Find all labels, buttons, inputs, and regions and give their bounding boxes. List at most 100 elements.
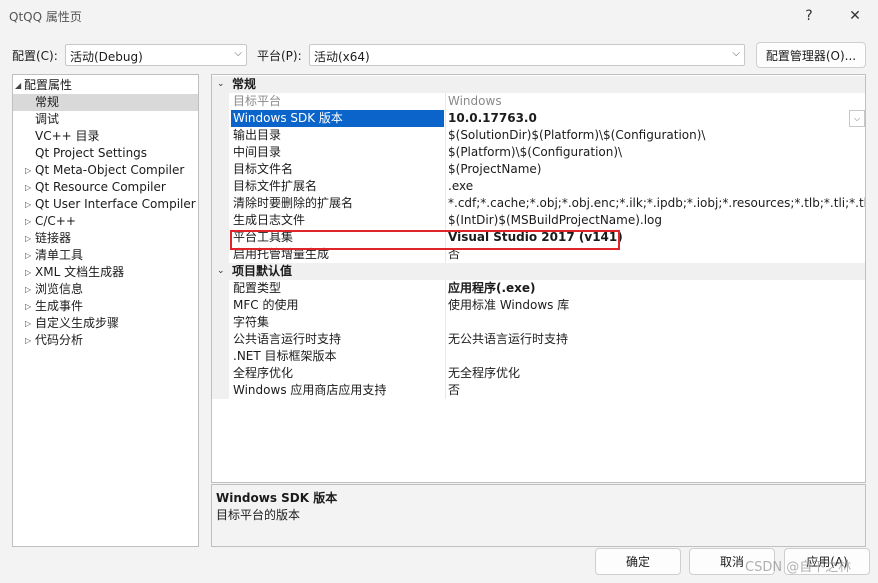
tree-item[interactable]: ▷ Qt Meta-Object Compiler [13,162,198,179]
property-row[interactable]: 中间目录 $(Platform)\$(Configuration)\ [212,144,865,161]
property-value[interactable]: $(SolutionDir)$(Platform)\$(Configuratio… [448,127,865,144]
row-gutter [212,93,229,110]
category-row[interactable]: ⌄ 项目默认值 [212,263,865,280]
property-row[interactable]: 配置类型 应用程序(.exe) [212,280,865,297]
collapsed-arrow-icon[interactable]: ▷ [25,264,31,281]
property-value[interactable]: 无公共语言运行时支持 [448,331,865,348]
property-row[interactable]: Windows SDK 版本 10.0.17763.0 ⌵ [212,110,865,127]
collapsed-arrow-icon[interactable]: ▷ [25,162,31,179]
property-row[interactable]: 公共语言运行时支持 无公共语言运行时支持 [212,331,865,348]
property-value[interactable]: 无全程序优化 [448,365,865,382]
config-select[interactable]: 活动(Debug) ⌵ [65,44,247,66]
tree-item-label: 链接器 [35,231,72,245]
property-grid[interactable]: Windows 应用商店应用支持否全程序优化 无全程序优化 .NET 目标框架版本公… [211,74,866,483]
tree-item[interactable]: ▷ 浏览信息 [13,281,198,298]
tree-item[interactable]: ▷ 代码分析 [13,332,198,349]
property-row[interactable]: MFC 的使用 使用标准 Windows 库 [212,297,865,314]
configuration-manager-button[interactable]: 配置管理器(O)... [756,42,866,68]
category-row[interactable]: ⌄ 常规 [212,76,865,93]
property-name: 输出目录 [233,128,282,142]
property-value[interactable]: 10.0.17763.0 [448,110,865,127]
property-row[interactable]: 目标文件扩展名 .exe [212,178,865,195]
collapsed-arrow-icon[interactable]: ▷ [25,281,31,298]
property-value[interactable]: 否 [448,246,865,263]
column-divider [445,93,446,110]
column-divider [445,365,446,382]
column-divider [445,178,446,195]
tree-item-label: Qt Meta-Object Compiler [35,163,185,177]
property-row[interactable]: 目标文件名 $(ProjectName) [212,161,865,178]
tree-item[interactable]: ▷ Qt User Interface Compiler [13,196,198,213]
tree-item-label: 浏览信息 [35,282,84,296]
property-row[interactable]: 生成日志文件 $(IntDir)$(MSBuildProjectName).log [212,212,865,229]
tree-item[interactable]: Qt Project Settings [13,145,198,162]
collapse-toggle-icon[interactable]: ⌄ [217,263,225,280]
property-row[interactable]: Windows 应用商店应用支持 否 [212,382,865,399]
collapsed-arrow-icon[interactable]: ▷ [25,332,31,349]
chevron-down-icon: ⌵ [732,48,740,59]
platform-label: 平台(P): [257,49,302,63]
tree-item-label: 自定义生成步骤 [35,316,120,330]
tree-item-label: 常规 [35,95,60,109]
row-gutter [212,246,229,263]
property-row[interactable]: 清除时要删除的扩展名 *.cdf;*.cache;*.obj;*.obj.enc;… [212,195,865,212]
property-value[interactable]: 应用程序(.exe) [448,280,865,297]
property-row[interactable]: 目标平台 Windows [212,93,865,110]
collapsed-arrow-icon[interactable]: ▷ [25,230,31,247]
value-dropdown-button[interactable]: ⌵ [849,110,865,127]
property-name: 中间目录 [233,145,282,159]
tree-item[interactable]: ▷ 自定义生成步骤 [13,315,198,332]
tree-item[interactable]: 调试 [13,111,198,128]
property-name: Windows SDK 版本 [231,110,444,127]
tree-item[interactable]: ◢ 配置属性 [13,77,198,94]
property-value[interactable]: Visual Studio 2017 (v141) [448,229,865,246]
tree-item[interactable]: 常规 [13,94,198,111]
property-row[interactable]: 输出目录 $(SolutionDir)$(Platform)\$(Configur… [212,127,865,144]
column-divider [445,314,446,331]
property-value[interactable]: *.cdf;*.cache;*.obj;*.obj.enc;*.ilk;*.ip… [448,195,865,212]
tree-item[interactable]: ▷ C/C++ [13,213,198,230]
category-tree[interactable]: ◢ 配置属性 常规 调试 VC++ 目录 Qt Project Settings ▷ Qt M… [12,74,199,547]
description-text: 目标平台的版本 [216,508,301,522]
tree-item[interactable]: ▷ 生成事件 [13,298,198,315]
tree-item[interactable]: VC++ 目录 [13,128,198,145]
property-row[interactable]: 全程序优化 无全程序优化 [212,365,865,382]
platform-select[interactable]: 活动(x64) ⌵ [309,44,745,66]
close-button[interactable]: ✕ [834,0,876,32]
property-value[interactable]: Windows [448,93,865,110]
tree-item[interactable]: ▷ 清单工具 [13,247,198,264]
tree-item-label: C/C++ [35,214,76,228]
property-name: Windows 应用商店应用支持 [233,383,387,397]
description-heading: Windows SDK 版本 [216,491,338,505]
property-value[interactable]: .exe [448,178,865,195]
description-pane: Windows SDK 版本 目标平台的版本 [211,484,866,547]
column-divider [445,246,446,263]
property-value[interactable]: $(Platform)\$(Configuration)\ [448,144,865,161]
tree-item-label: 清单工具 [35,248,84,262]
collapsed-arrow-icon[interactable]: ▷ [25,179,31,196]
collapse-toggle-icon[interactable]: ⌄ [217,76,225,93]
collapsed-arrow-icon[interactable]: ▷ [25,196,31,213]
collapsed-arrow-icon[interactable]: ▷ [25,315,31,332]
collapsed-arrow-icon[interactable]: ▷ [25,298,31,315]
tree-item[interactable]: ▷ 链接器 [13,230,198,247]
row-gutter [212,382,229,399]
tree-item[interactable]: ▷ Qt Resource Compiler [13,179,198,196]
property-value[interactable]: $(IntDir)$(MSBuildProjectName).log [448,212,865,229]
property-row[interactable]: 平台工具集 Visual Studio 2017 (v141) [212,229,865,246]
property-value[interactable]: 使用标准 Windows 库 [448,297,865,314]
column-divider [445,382,446,399]
tree-item[interactable]: ▷ XML 文档生成器 [13,264,198,281]
row-gutter [212,110,229,127]
ok-button[interactable]: 确定 [595,548,681,575]
property-value[interactable]: 否 [448,382,865,399]
collapsed-arrow-icon[interactable]: ▷ [25,247,31,264]
property-row[interactable]: 启用托管增量生成 否 [212,246,865,263]
collapsed-arrow-icon[interactable]: ▷ [25,213,31,230]
property-row[interactable]: .NET 目标框架版本 [212,348,865,365]
column-divider [445,195,446,212]
help-button[interactable]: ? [788,0,830,32]
expanded-arrow-icon[interactable]: ◢ [15,77,21,94]
property-value[interactable]: $(ProjectName) [448,161,865,178]
property-row[interactable]: 字符集 [212,314,865,331]
